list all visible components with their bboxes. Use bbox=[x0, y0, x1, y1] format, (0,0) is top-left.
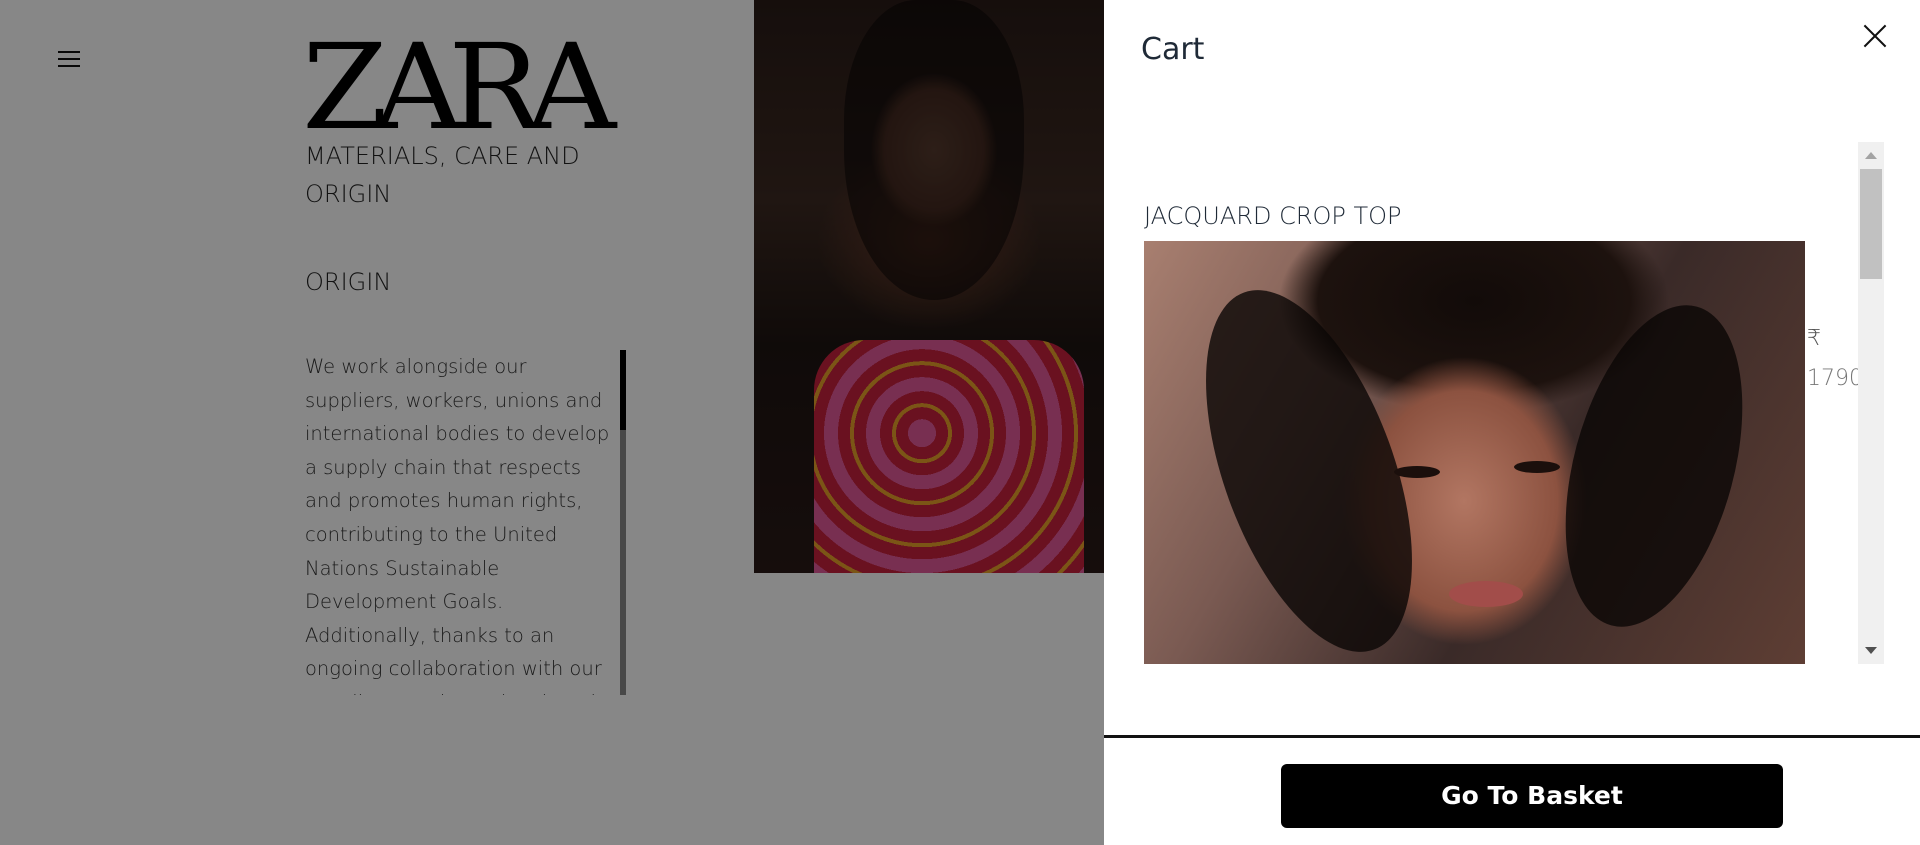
cart-item-price: 1790 bbox=[1807, 366, 1863, 391]
go-to-basket-button[interactable]: Go To Basket bbox=[1281, 764, 1783, 828]
cart-item-name[interactable]: JACQUARD CROP TOP bbox=[1144, 200, 1402, 232]
cart-item-image-eye-left bbox=[1394, 466, 1440, 478]
cart-scroll-thumb[interactable] bbox=[1860, 169, 1882, 279]
cart-footer-divider bbox=[1104, 735, 1920, 738]
cart-item-image[interactable] bbox=[1144, 241, 1805, 664]
modal-overlay[interactable] bbox=[0, 0, 1104, 845]
close-icon[interactable] bbox=[1861, 22, 1889, 50]
cart-item-image-hair-left bbox=[1164, 263, 1454, 664]
cart-item-image-lips bbox=[1449, 581, 1523, 607]
cart-drawer: Cart JACQUARD CROP TOP ₹ 1790 bbox=[1104, 0, 1920, 845]
cart-item-image-eye-right bbox=[1514, 461, 1560, 473]
cart-title: Cart bbox=[1141, 32, 1205, 67]
cart-item-image-hair-right bbox=[1534, 285, 1774, 647]
cart-scrollbar[interactable] bbox=[1858, 142, 1884, 664]
cart-item-currency: ₹ bbox=[1807, 326, 1821, 351]
scroll-down-arrow-icon[interactable] bbox=[1865, 647, 1877, 654]
scroll-up-arrow-icon[interactable] bbox=[1865, 152, 1877, 159]
cart-items-list[interactable]: JACQUARD CROP TOP ₹ 1790 bbox=[1144, 142, 1900, 664]
